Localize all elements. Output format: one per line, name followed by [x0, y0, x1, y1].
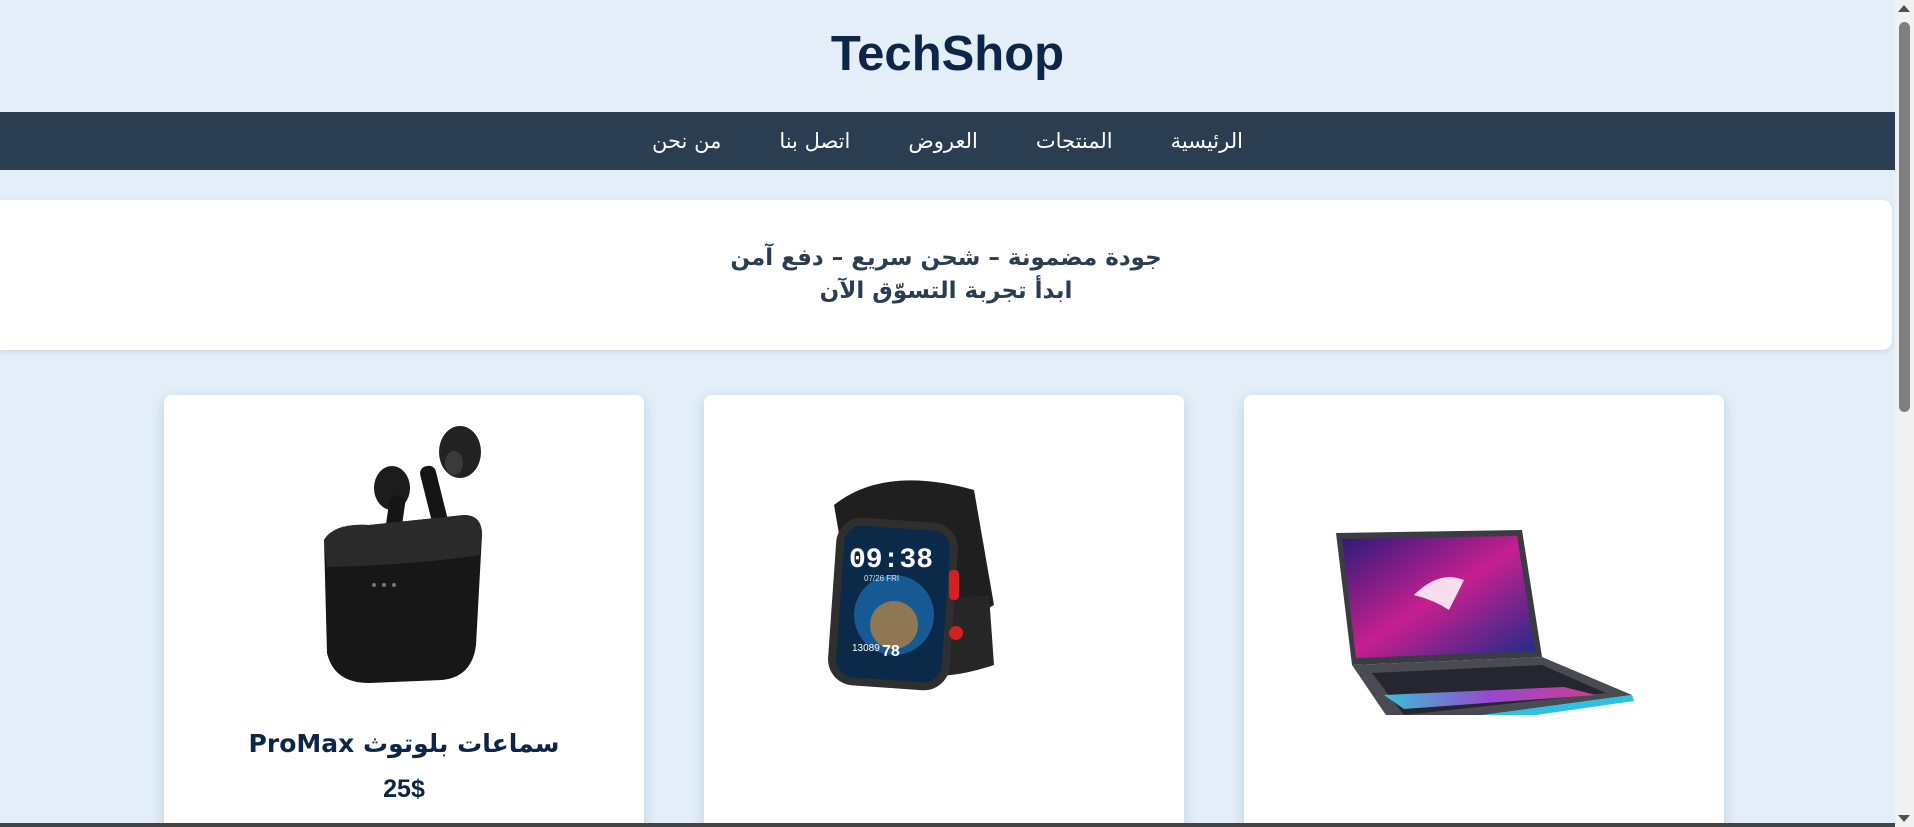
nav-link-home[interactable]: الرئيسية	[1171, 129, 1243, 153]
watch-date: 07/26 FRI	[864, 574, 899, 583]
nav-link-products[interactable]: المنتجات	[1036, 129, 1113, 153]
window-bottom-edge	[0, 823, 1895, 827]
vertical-scrollbar[interactable]	[1895, 0, 1914, 827]
hero-banner: جودة مضمونة – شحن سريع – دفع آمن ابدأ تج…	[0, 200, 1892, 350]
nav-link-offers[interactable]: العروض	[908, 129, 977, 153]
earbuds-icon	[324, 426, 482, 683]
product-price: 25$	[383, 775, 425, 803]
scrollbar-thumb[interactable]	[1899, 22, 1910, 412]
watch-steps: 13089	[852, 643, 880, 654]
hero-tagline: جودة مضمونة – شحن سريع – دفع آمن	[730, 245, 1162, 271]
main-nav: الرئيسية المنتجات العروض اتصل بنا من نحن	[0, 112, 1895, 170]
product-card-laptop[interactable]	[1244, 395, 1724, 827]
smartwatch-icon: 09:38 07/26 FRI 13089 78	[828, 480, 994, 691]
hero-cta-text: ابدأ تجربة التسوّق الآن	[819, 278, 1073, 304]
scroll-up-arrow-icon[interactable]	[1898, 5, 1910, 12]
product-name[interactable]: سماعات بلوتوث ProMax	[164, 729, 644, 758]
nav-link-about[interactable]: من نحن	[652, 129, 721, 153]
product-card-smartwatch[interactable]: 09:38 07/26 FRI 13089 78	[704, 395, 1184, 827]
nav-link-contact[interactable]: اتصل بنا	[779, 129, 850, 153]
product-card-earbuds[interactable]: سماعات بلوتوث ProMax 25$	[164, 395, 644, 827]
laptop-icon	[1336, 530, 1634, 715]
site-title[interactable]: TechShop	[0, 0, 1895, 82]
scroll-down-arrow-icon[interactable]	[1898, 815, 1910, 822]
watch-time: 09:38	[849, 545, 933, 576]
page: TechShop الرئيسية المنتجات العروض اتصل ب…	[0, 0, 1895, 827]
site-header: TechShop	[0, 0, 1895, 112]
watch-num: 78	[882, 643, 900, 660]
